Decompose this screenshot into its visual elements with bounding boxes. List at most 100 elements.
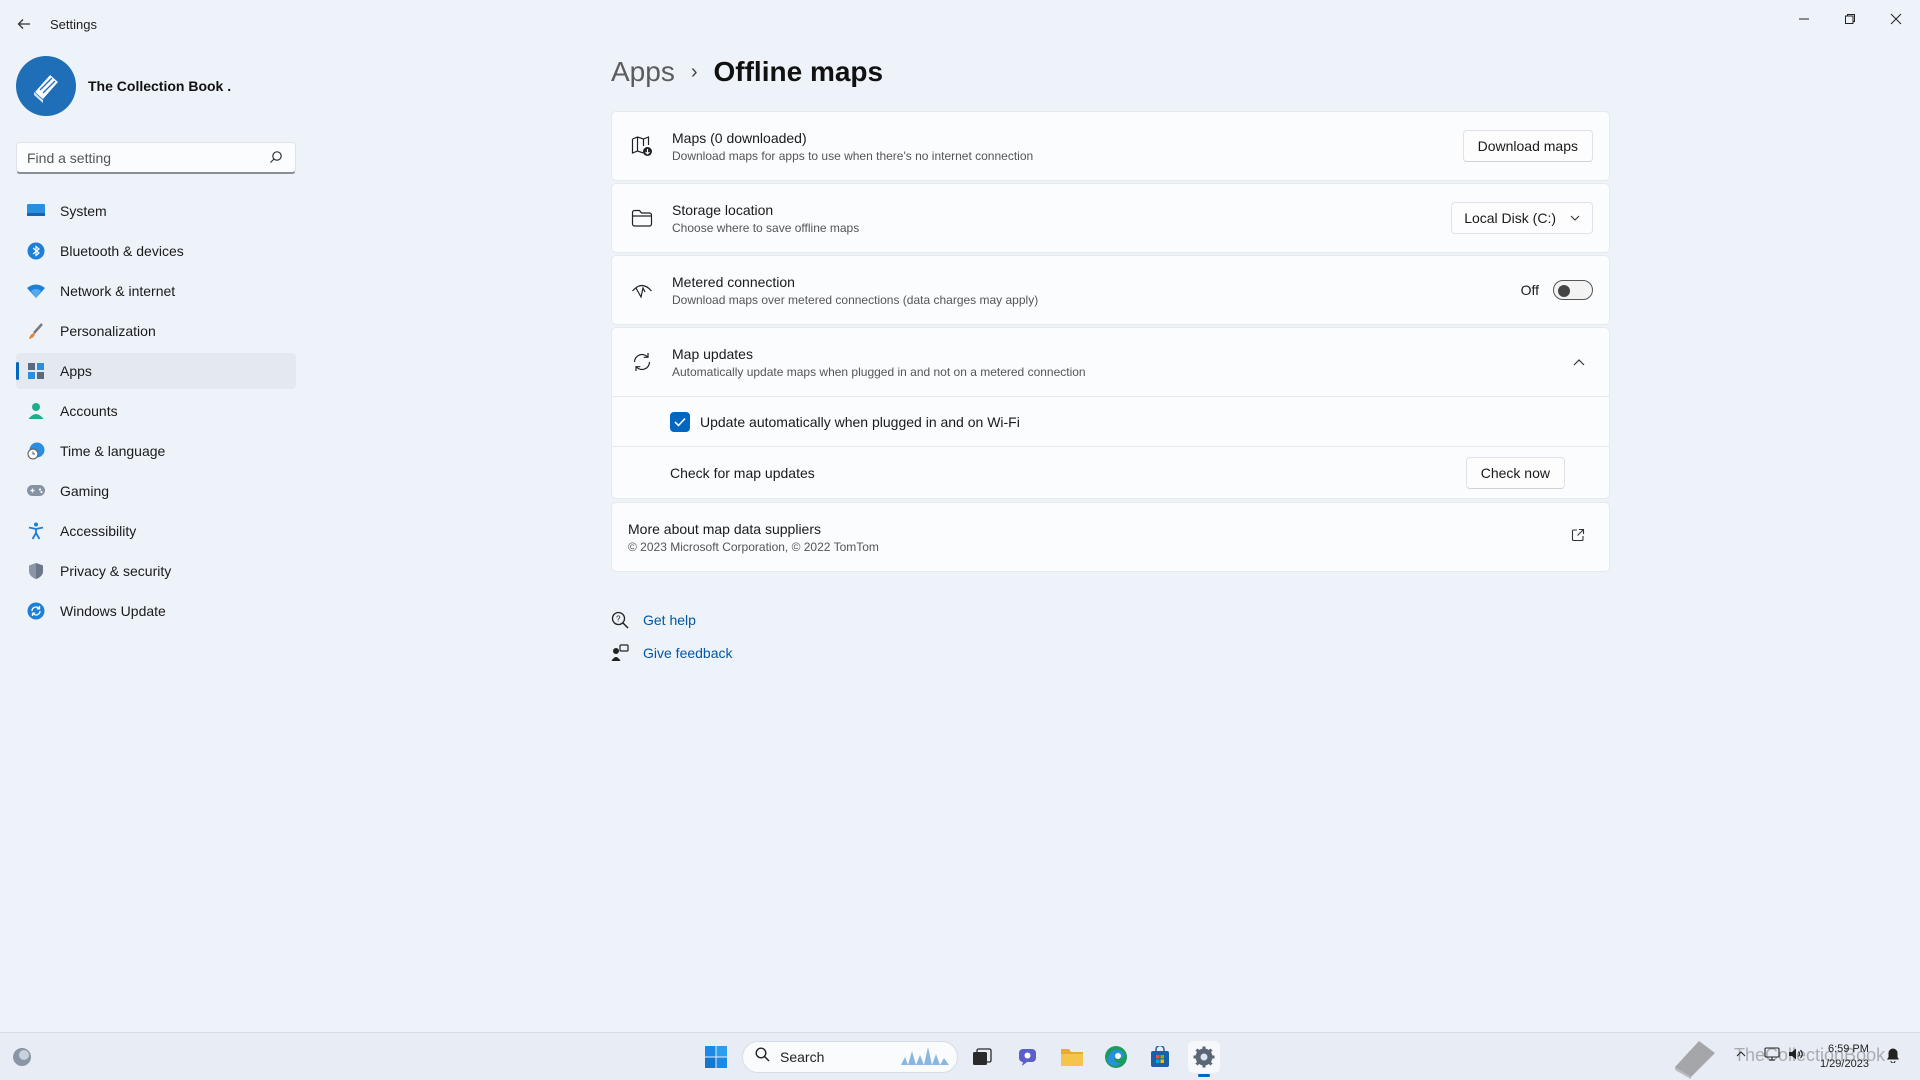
metered-toggle[interactable] <box>1553 280 1593 300</box>
sidebar-item-label: Time & language <box>60 443 166 459</box>
map-updates-header[interactable]: Map updates Automatically update maps wh… <box>612 328 1609 396</box>
sidebar-item-label: Apps <box>60 363 92 379</box>
chat-icon[interactable] <box>1012 1041 1044 1073</box>
map-download-icon <box>628 132 656 160</box>
start-windows-icon[interactable] <box>700 1041 732 1073</box>
taskbar: Search TheCollectionBook 6:59 PM 1/29/20… <box>0 1032 1920 1080</box>
tray-clock[interactable]: 6:59 PM 1/29/2023 <box>1820 1042 1869 1072</box>
sidebar-item-label: Accounts <box>60 403 118 419</box>
sidebar-item-apps[interactable]: Apps <box>16 353 296 389</box>
map-updates-subtitle: Automatically update maps when plugged i… <box>672 364 1086 379</box>
sidebar-item-personalization[interactable]: Personalization <box>16 313 296 349</box>
check-now-button[interactable]: Check now <box>1465 456 1565 489</box>
give-feedback-link[interactable]: Give feedback <box>611 636 733 669</box>
metered-card: Metered connection Download maps over me… <box>611 255 1610 325</box>
settings-app-icon[interactable] <box>1188 1041 1220 1077</box>
profile-name: The Collection Book . <box>88 78 232 94</box>
window-title: Settings <box>50 17 97 32</box>
metered-title: Metered connection <box>672 273 795 290</box>
minimize-button[interactable] <box>1782 4 1826 34</box>
profile[interactable]: The Collection Book . <box>16 56 231 116</box>
breadcrumb: Apps › Offline maps <box>611 56 883 88</box>
storage-location-dropdown[interactable]: Local Disk (C:) <box>1451 202 1593 234</box>
taskbar-search-label: Search <box>780 1049 825 1065</box>
back-arrow-icon[interactable] <box>14 14 34 34</box>
tray-date: 1/29/2023 <box>1820 1058 1869 1070</box>
network-tray-icon[interactable] <box>1764 1047 1780 1064</box>
checkmark-icon <box>674 417 686 427</box>
taskbar-search[interactable]: Search <box>742 1041 958 1073</box>
sidebar-item-label: System <box>60 203 107 219</box>
tray-time: 6:59 PM <box>1827 1043 1869 1055</box>
file-explorer-icon[interactable] <box>1056 1041 1088 1073</box>
task-view-icon[interactable] <box>966 1041 998 1073</box>
folder-icon <box>628 204 656 232</box>
sidebar-item-label: Gaming <box>60 483 110 499</box>
title-bar: Settings <box>0 0 1920 48</box>
sidebar-item-accessibility[interactable]: Accessibility <box>16 513 296 549</box>
update-icon <box>26 601 46 621</box>
search-input[interactable] <box>27 149 269 166</box>
give-feedback-text[interactable]: Give feedback <box>643 645 733 661</box>
chevron-down-icon <box>1570 213 1580 224</box>
store-icon[interactable] <box>1144 1041 1176 1073</box>
sidebar-item-label: Accessibility <box>60 523 137 539</box>
metered-toggle-state: Off <box>1520 282 1539 298</box>
check-updates-row: Check for map updates Check now <box>612 446 1609 498</box>
search-icon[interactable] <box>269 150 285 166</box>
chevron-up-tray-icon[interactable] <box>1736 1047 1746 1061</box>
storage-title: Storage location <box>672 201 774 218</box>
svg-text:?: ? <box>616 614 621 623</box>
active-app-indicator <box>1198 1074 1210 1077</box>
sidebar-item-time-language[interactable]: Time & language <box>16 433 296 469</box>
storage-card: Storage location Choose where to save of… <box>611 183 1610 253</box>
maps-subtitle: Download maps for apps to use when there… <box>672 148 1034 163</box>
get-help-link[interactable]: ? Get help <box>611 603 733 636</box>
volume-tray-icon[interactable] <box>1788 1047 1804 1064</box>
breadcrumb-separator: › <box>690 60 698 83</box>
toggle-knob <box>1558 285 1570 297</box>
sidebar-nav: System Bluetooth & devices Network & int… <box>16 193 296 633</box>
search-icon <box>755 1047 770 1067</box>
sidebar-item-system[interactable]: System <box>16 193 296 229</box>
auto-update-checkbox[interactable] <box>670 411 690 432</box>
settings-search[interactable] <box>16 142 296 174</box>
chevron-up-icon[interactable] <box>1573 353 1585 371</box>
sidebar-item-windows-update[interactable]: Windows Update <box>16 593 296 629</box>
wifi-icon <box>26 281 46 301</box>
close-button[interactable] <box>1874 4 1918 34</box>
external-link-icon[interactable] <box>1571 528 1585 547</box>
sidebar-item-gaming[interactable]: Gaming <box>16 473 296 509</box>
page-title: Offline maps <box>713 56 884 87</box>
sidebar-item-accounts[interactable]: Accounts <box>16 393 296 429</box>
suppliers-title: More about map data suppliers <box>628 520 821 537</box>
suppliers-subtitle: © 2023 Microsoft Corporation, © 2022 Tom… <box>628 539 879 554</box>
sidebar-item-network[interactable]: Network & internet <box>16 273 296 309</box>
help-links: ? Get help Give feedback <box>611 603 733 669</box>
metered-connection-icon <box>628 276 656 304</box>
shield-icon <box>26 561 46 581</box>
sidebar-item-bluetooth[interactable]: Bluetooth & devices <box>16 233 296 269</box>
sidebar-item-label: Bluetooth & devices <box>60 243 184 259</box>
check-updates-label: Check for map updates <box>670 464 815 481</box>
storage-selected-value: Local Disk (C:) <box>1464 210 1556 226</box>
avatar <box>16 56 76 116</box>
breadcrumb-parent[interactable]: Apps <box>611 56 675 88</box>
maps-card: Maps (0 downloaded) Download maps for ap… <box>611 111 1610 181</box>
accessibility-icon <box>26 521 46 541</box>
gamepad-icon <box>26 481 46 501</box>
sidebar-item-privacy[interactable]: Privacy & security <box>16 553 296 589</box>
sidebar-item-label: Privacy & security <box>60 563 172 579</box>
apps-icon <box>26 361 46 381</box>
bluetooth-icon <box>26 241 46 261</box>
download-maps-button[interactable]: Download maps <box>1462 130 1593 162</box>
maps-title: Maps (0 downloaded) <box>672 129 807 146</box>
search-highlight-icon <box>899 1043 951 1072</box>
widgets-icon[interactable] <box>6 1041 38 1073</box>
sync-icon <box>628 348 656 376</box>
suppliers-card[interactable]: More about map data suppliers © 2023 Mic… <box>611 502 1610 572</box>
edge-browser-icon[interactable] <box>1100 1041 1132 1073</box>
get-help-text[interactable]: Get help <box>643 612 696 628</box>
restore-button[interactable] <box>1828 4 1872 34</box>
notification-bell-icon[interactable] <box>1886 1047 1900 1066</box>
